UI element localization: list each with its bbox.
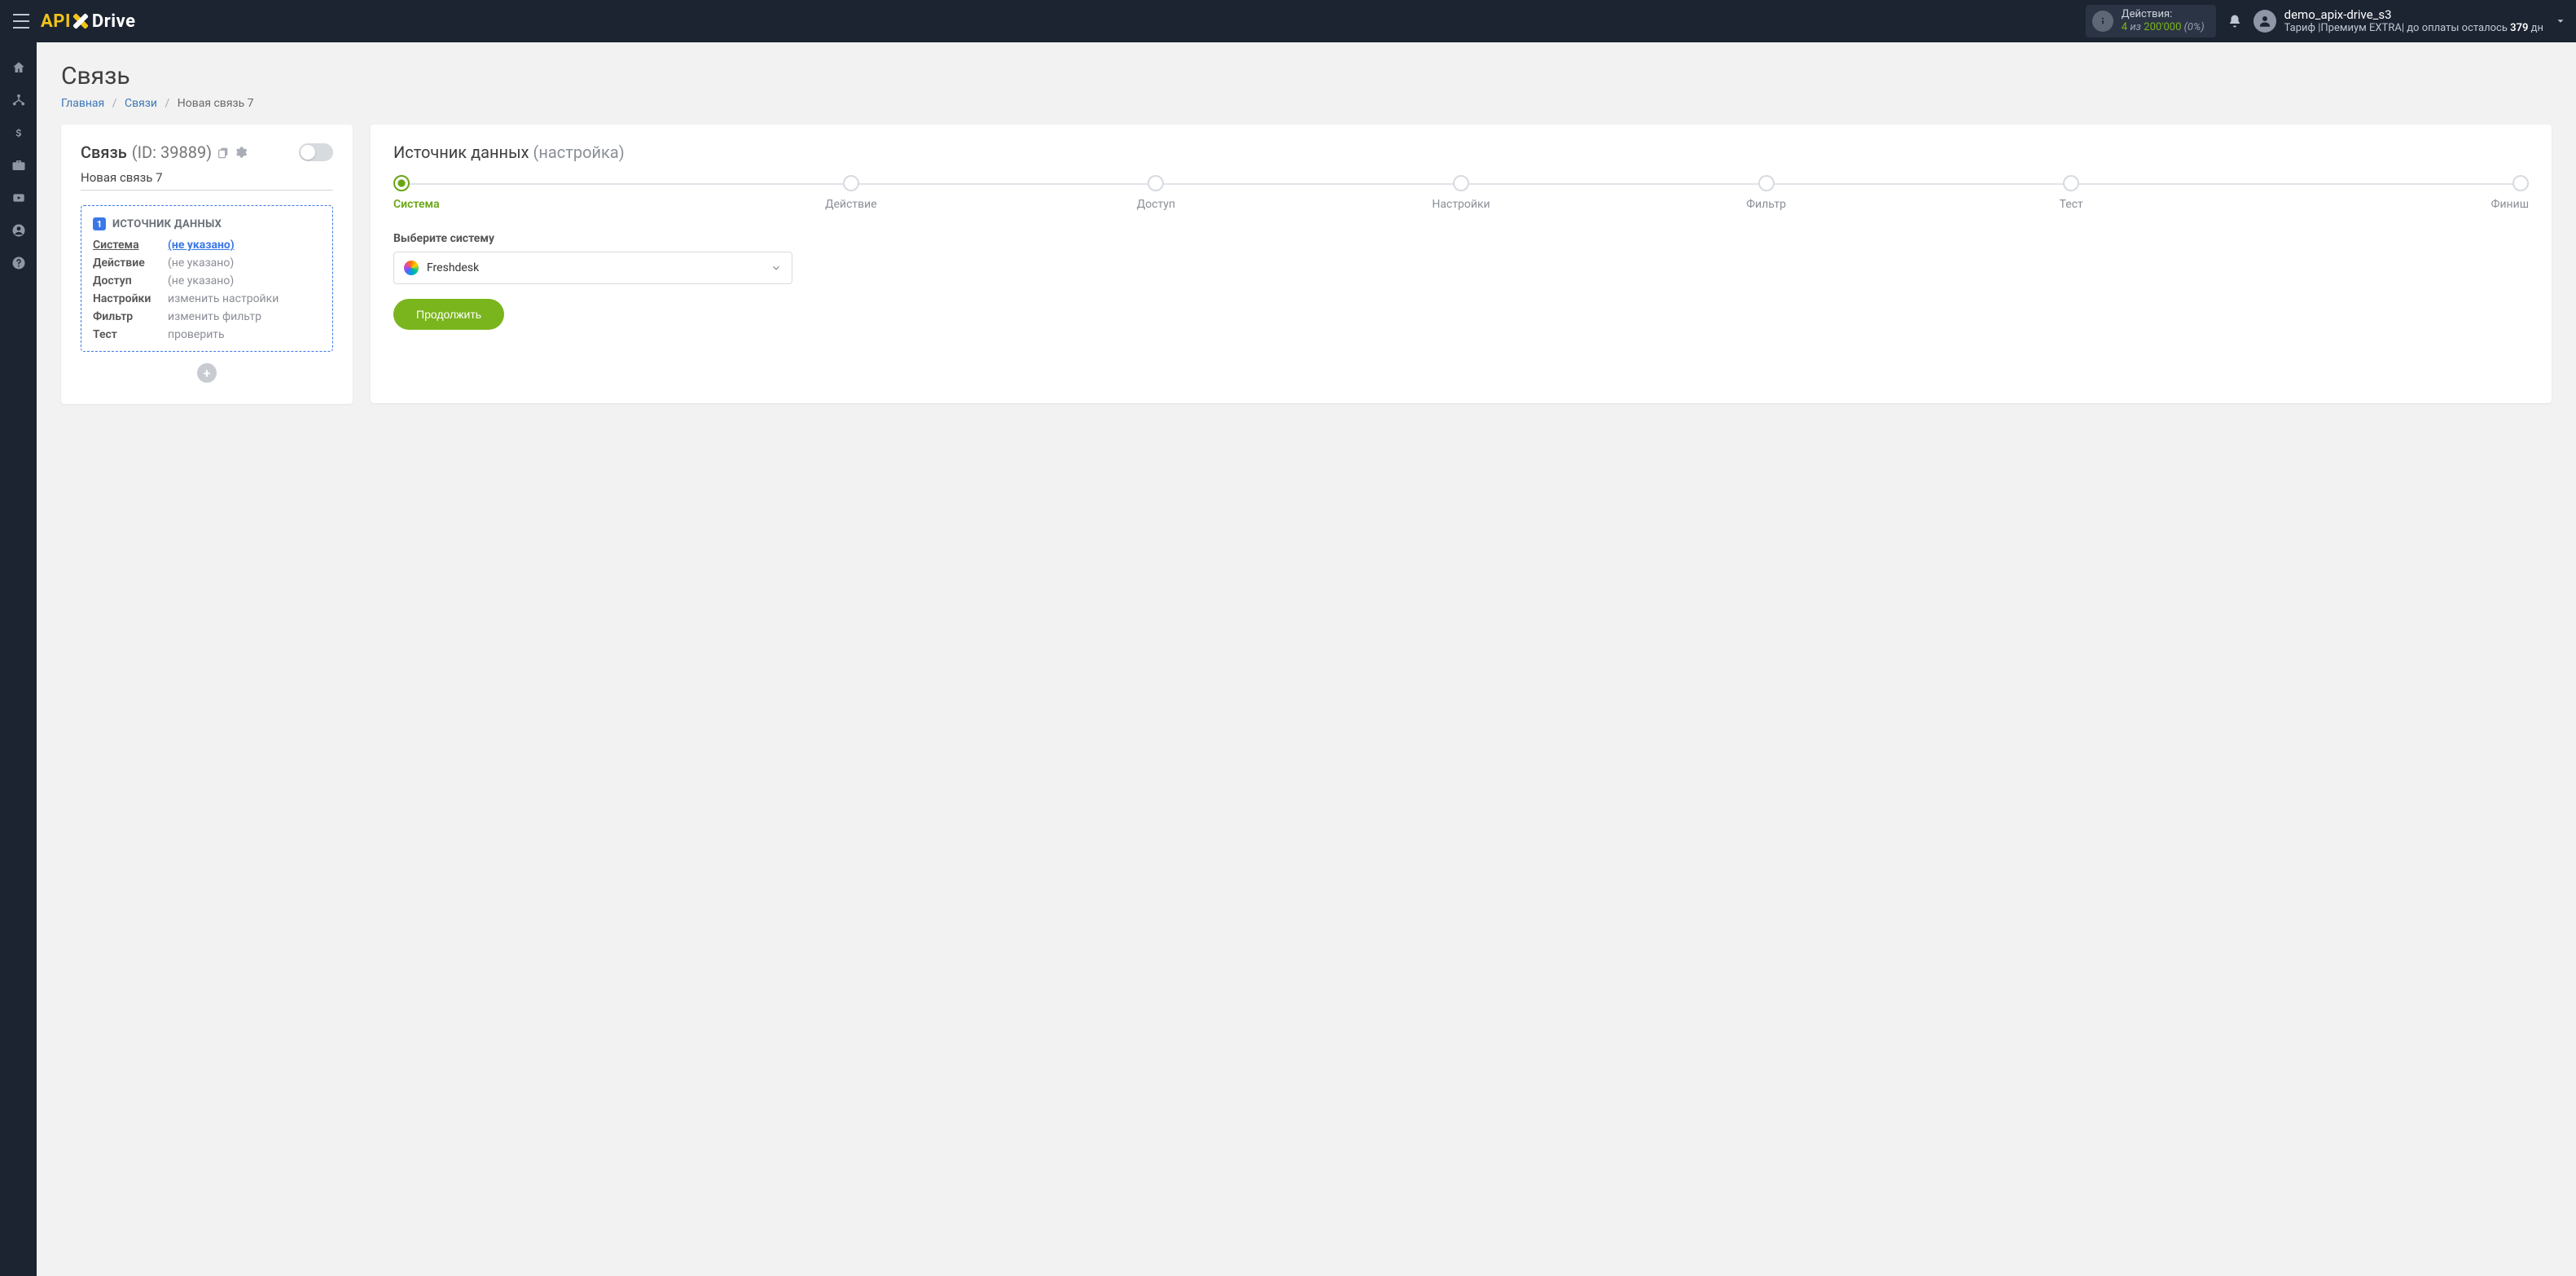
freshdesk-icon	[404, 261, 419, 275]
add-destination-button[interactable]: +	[197, 363, 217, 383]
sidebar-item-video[interactable]	[0, 184, 37, 212]
breadcrumb-sep: /	[112, 97, 117, 110]
source-row-value: проверить	[168, 328, 321, 341]
source-row-label[interactable]: Система	[93, 239, 160, 252]
logo-text-drive: Drive	[92, 11, 136, 32]
step-circle	[2063, 175, 2079, 191]
breadcrumb: Главная / Связи / Новая связь 7	[61, 97, 2552, 110]
source-row-value: изменить настройки	[168, 292, 321, 305]
step-circle	[393, 175, 410, 191]
notifications-button[interactable]	[2227, 13, 2242, 29]
copy-icon[interactable]	[217, 146, 230, 159]
source-row-value[interactable]: (не указано)	[168, 239, 321, 252]
logo[interactable]: API Drive	[41, 11, 135, 32]
step-label: Настройки	[1432, 198, 1490, 211]
step-фильтр[interactable]: Фильтр	[1613, 175, 1919, 211]
tariff-prefix: Тариф |	[2284, 22, 2321, 34]
source-config-title-sub: (настройка)	[533, 143, 625, 162]
gear-icon[interactable]	[235, 146, 248, 159]
step-действие[interactable]: Действие	[699, 175, 1004, 211]
source-row-value: изменить фильтр	[168, 310, 321, 323]
source-config-title-main: Источник данных	[393, 143, 529, 162]
step-label: Тест	[2060, 198, 2083, 211]
actions-label: Действия:	[2122, 8, 2205, 21]
step-label: Действие	[825, 198, 877, 211]
system-select-label: Выберите систему	[393, 232, 2529, 245]
step-финиш[interactable]: Финиш	[2223, 175, 2529, 211]
actions-percent: (0%)	[2184, 21, 2205, 33]
user-menu-caret[interactable]	[2555, 15, 2566, 27]
source-row-value: (не указано)	[168, 257, 321, 270]
source-block: 1 ИСТОЧНИК ДАННЫХ Система (не указано) Дей…	[81, 205, 333, 352]
logo-x-icon	[72, 12, 90, 30]
page-title: Связь	[61, 62, 2552, 90]
tariff-days-suffix: дн	[2528, 22, 2543, 34]
step-circle	[843, 175, 859, 191]
source-row-value: (не указано)	[168, 274, 321, 287]
tariff-days: 379	[2510, 22, 2528, 34]
step-circle	[1758, 175, 1775, 191]
step-label: Система	[393, 198, 440, 211]
user-menu[interactable]: demo_apix-drive_s3 Тариф |Премиум EXTRA|…	[2253, 7, 2543, 35]
menu-button[interactable]	[10, 10, 33, 33]
user-name: demo_apix-drive_s3	[2284, 7, 2543, 22]
breadcrumb-current: Новая связь 7	[178, 97, 254, 110]
actions-limit: 200'000	[2144, 21, 2181, 33]
system-select[interactable]: Freshdesk	[393, 252, 792, 284]
sidebar-item-help[interactable]	[0, 249, 37, 277]
continue-button[interactable]: Продолжить	[393, 299, 504, 330]
connection-title: Связь (ID: 39889)	[81, 143, 248, 162]
step-label: Фильтр	[1746, 198, 1786, 211]
actions-indicator[interactable]: Действия: 4 из 200'000 (0%)	[2086, 5, 2216, 37]
step-доступ[interactable]: Доступ	[1003, 175, 1309, 211]
actions-used: 4	[2122, 21, 2127, 33]
user-avatar-icon	[2253, 10, 2276, 33]
system-select-value: Freshdesk	[427, 261, 479, 274]
connection-title-text: Связь	[81, 143, 127, 162]
tariff-name: Премиум EXTRA	[2320, 22, 2401, 34]
source-config-card: Источник данных (настройка) Система Дейст…	[371, 125, 2552, 403]
source-row-label: Действие	[93, 257, 160, 270]
connection-summary-card: Связь (ID: 39889) Новая связь 7 1 ИСТОЧН…	[61, 125, 353, 404]
sidebar-item-briefcase[interactable]	[0, 151, 37, 179]
step-circle	[1148, 175, 1164, 191]
actions-of: из	[2130, 21, 2141, 33]
source-row-label: Фильтр	[93, 310, 160, 323]
info-icon	[2092, 11, 2113, 32]
logo-text-api: API	[41, 11, 71, 32]
breadcrumb-home[interactable]: Главная	[61, 97, 104, 110]
step-circle	[2512, 175, 2529, 191]
source-step-badge: 1	[93, 217, 106, 230]
header-right: Действия: 4 из 200'000 (0%) demo_apix-dr…	[2086, 5, 2566, 37]
step-тест[interactable]: Тест	[1919, 175, 2224, 211]
step-circle	[1453, 175, 1469, 191]
sidebar	[0, 42, 37, 1276]
sidebar-item-home[interactable]	[0, 54, 37, 81]
step-label: Доступ	[1137, 198, 1175, 211]
actions-text: Действия: 4 из 200'000 (0%)	[2122, 8, 2205, 33]
breadcrumb-sep: /	[165, 97, 169, 110]
chevron-down-icon	[770, 262, 782, 274]
connection-id: (ID: 39889)	[132, 143, 212, 162]
sidebar-item-payments[interactable]	[0, 119, 37, 147]
user-text: demo_apix-drive_s3 Тариф |Премиум EXTRA|…	[2284, 7, 2543, 35]
main: Связь Главная / Связи / Новая связь 7 Св…	[37, 42, 2576, 423]
stepper: Система Действие Доступ Настройки Фильтр Тест…	[393, 175, 2529, 211]
app-header: API Drive Действия: 4 из 200'000 (0%)	[0, 0, 2576, 42]
source-row-label: Тест	[93, 328, 160, 341]
source-row-label: Настройки	[93, 292, 160, 305]
step-настройки[interactable]: Настройки	[1309, 175, 1614, 211]
connection-enable-toggle[interactable]	[299, 143, 333, 161]
tariff-mid: | до оплаты осталось	[2402, 22, 2510, 34]
source-config-title: Источник данных (настройка)	[393, 143, 2529, 162]
sidebar-item-connections[interactable]	[0, 86, 37, 114]
breadcrumb-links[interactable]: Связи	[125, 97, 157, 110]
connection-name[interactable]: Новая связь 7	[81, 170, 333, 191]
sidebar-item-account[interactable]	[0, 217, 37, 244]
source-row-label: Доступ	[93, 274, 160, 287]
source-block-title: ИСТОЧНИК ДАННЫХ	[112, 218, 222, 230]
step-label: Финиш	[2491, 198, 2529, 211]
step-система[interactable]: Система	[393, 175, 699, 211]
